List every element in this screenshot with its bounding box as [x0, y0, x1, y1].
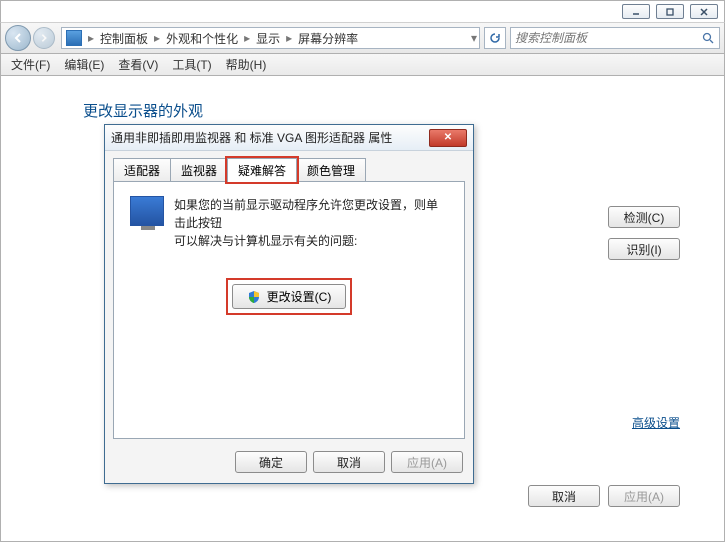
menu-file[interactable]: 文件(F): [5, 54, 56, 75]
troubleshoot-description: 如果您的当前显示驱动程序允许您更改设置，则单击此按钮 可以解决与计算机显示有关的…: [174, 196, 448, 250]
dialog-tabstrip: 适配器 监视器 疑难解答 颜色管理: [105, 151, 473, 181]
close-button[interactable]: [690, 4, 718, 19]
dialog-tabpanel: 如果您的当前显示驱动程序允许您更改设置，则单击此按钮 可以解决与计算机显示有关的…: [113, 181, 465, 439]
menu-edit[interactable]: 编辑(E): [58, 54, 110, 75]
tab-troubleshoot[interactable]: 疑难解答: [227, 158, 297, 182]
tab-adapter[interactable]: 适配器: [113, 158, 171, 182]
search-input[interactable]: [511, 31, 697, 45]
menu-help[interactable]: 帮助(H): [220, 54, 273, 75]
nav-forward-button[interactable]: [33, 27, 55, 49]
menu-view[interactable]: 查看(V): [112, 54, 164, 75]
dialog-close-button[interactable]: ✕: [429, 129, 467, 147]
breadcrumb[interactable]: ▸ 控制面板▸ 外观和个性化▸ 显示▸ 屏幕分辨率 ▾: [61, 27, 480, 49]
highlight-box: 更改设置(C): [226, 278, 353, 315]
search-box[interactable]: [510, 27, 720, 49]
breadcrumb-item[interactable]: 屏幕分辨率: [294, 30, 362, 47]
dialog-cancel-button[interactable]: 取消: [313, 451, 385, 473]
dialog-apply-button[interactable]: 应用(A): [391, 451, 463, 473]
advanced-settings-link[interactable]: 高级设置: [632, 414, 680, 431]
menu-tools[interactable]: 工具(T): [166, 54, 217, 75]
navbar: ▸ 控制面板▸ 外观和个性化▸ 显示▸ 屏幕分辨率 ▾: [0, 22, 725, 54]
control-panel-icon: [66, 30, 82, 46]
monitor-icon: [130, 196, 164, 226]
minimize-button[interactable]: [622, 4, 650, 19]
dialog-ok-button[interactable]: 确定: [235, 451, 307, 473]
identify-button[interactable]: 识别(I): [608, 238, 680, 260]
change-settings-button[interactable]: 更改设置(C): [232, 284, 347, 309]
change-settings-label: 更改设置(C): [267, 288, 332, 305]
menubar: 文件(F) 编辑(E) 查看(V) 工具(T) 帮助(H): [0, 54, 725, 76]
breadcrumb-dropdown-icon[interactable]: ▾: [469, 31, 479, 45]
refresh-button[interactable]: [484, 27, 506, 49]
tab-color-management[interactable]: 颜色管理: [296, 158, 366, 182]
window-titlebar: [0, 0, 725, 22]
page-title: 更改显示器的外观: [83, 100, 684, 121]
main-apply-button[interactable]: 应用(A): [608, 485, 680, 507]
dialog-titlebar[interactable]: 通用非即插即用监视器 和 标准 VGA 图形适配器 属性 ✕: [105, 125, 473, 151]
tab-monitor[interactable]: 监视器: [170, 158, 228, 182]
uac-shield-icon: [247, 290, 261, 304]
breadcrumb-item[interactable]: 外观和个性化: [162, 30, 242, 47]
properties-dialog: 通用非即插即用监视器 和 标准 VGA 图形适配器 属性 ✕ 适配器 监视器 疑…: [104, 124, 474, 484]
dialog-title-text: 通用非即插即用监视器 和 标准 VGA 图形适配器 属性: [111, 129, 392, 146]
detect-button[interactable]: 检测(C): [608, 206, 680, 228]
maximize-button[interactable]: [656, 4, 684, 19]
breadcrumb-item[interactable]: 显示: [252, 30, 284, 47]
breadcrumb-item[interactable]: 控制面板: [96, 30, 152, 47]
search-icon[interactable]: [697, 32, 719, 45]
main-cancel-button[interactable]: 取消: [528, 485, 600, 507]
nav-back-button[interactable]: [5, 25, 31, 51]
